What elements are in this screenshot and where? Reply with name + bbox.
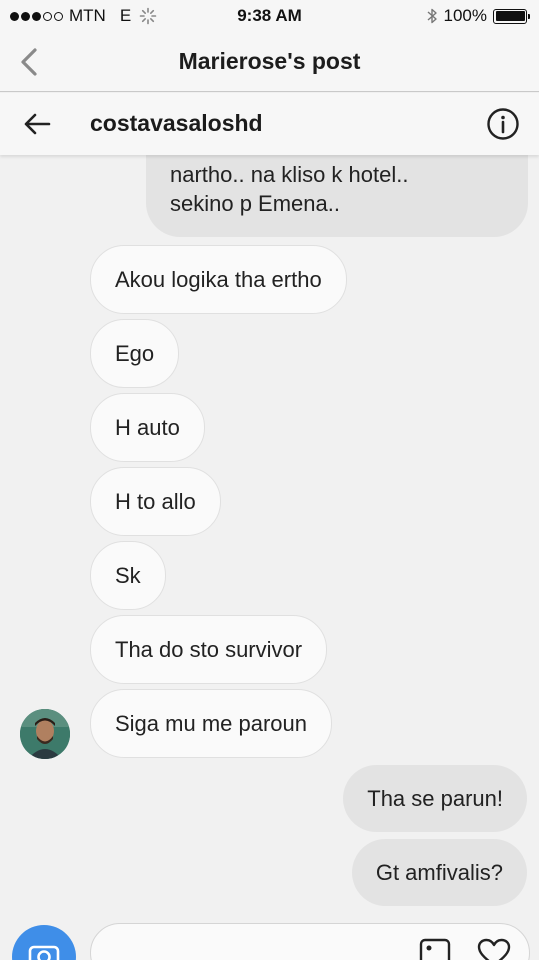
message-incoming: Sk	[90, 541, 166, 610]
arrow-left-icon	[24, 113, 51, 135]
composer-actions	[419, 938, 511, 960]
chevron-left-icon	[21, 48, 37, 76]
message-input[interactable]	[90, 923, 530, 960]
network-label: E	[119, 6, 132, 25]
nav-back-button[interactable]	[14, 44, 44, 80]
camera-icon	[28, 945, 60, 960]
status-bar: MTN E 9:38 AM 100%	[0, 0, 539, 32]
message-incoming: Tha do sto survivor	[90, 615, 328, 684]
heart-icon[interactable]	[477, 938, 511, 960]
activity-spinner-icon	[139, 7, 157, 25]
message-incoming: Ego	[90, 319, 180, 388]
status-right: 100%	[426, 6, 530, 26]
message-outgoing: nartho.. na kliso k hotel.. sekino p Eme…	[146, 155, 528, 237]
avatar-photo	[20, 709, 70, 759]
message-incoming: Siga mu me paroun	[90, 689, 332, 758]
image-icon[interactable]	[419, 938, 451, 960]
battery-fill	[495, 11, 525, 21]
message-outgoing: Tha se parun!	[343, 765, 527, 832]
battery-percent: 100%	[443, 6, 487, 25]
battery-icon	[493, 8, 530, 24]
message-outgoing: Gt amfivalis?	[351, 839, 527, 906]
thread-username[interactable]: costavasaloshd	[90, 110, 263, 137]
page-title: Marierose's post	[178, 48, 361, 74]
nav-bar: Marierose's post	[0, 32, 539, 92]
carrier-label: MTN	[69, 6, 106, 25]
bluetooth-icon	[427, 8, 437, 24]
message-incoming: H auto	[90, 393, 205, 462]
message-incoming: Akou logika tha ertho	[90, 245, 347, 314]
thread-header: costavasaloshd	[0, 93, 539, 155]
signal-strength-icon	[10, 11, 63, 21]
avatar[interactable]	[20, 709, 70, 759]
status-left: MTN E	[10, 6, 157, 26]
message-list: nartho.. na kliso k hotel.. sekino p Eme…	[0, 155, 539, 960]
info-icon	[487, 108, 519, 140]
info-button[interactable]	[485, 106, 521, 142]
camera-button[interactable]	[12, 925, 76, 960]
thread-back-button[interactable]	[20, 107, 54, 141]
message-incoming: H to allo	[90, 467, 221, 536]
